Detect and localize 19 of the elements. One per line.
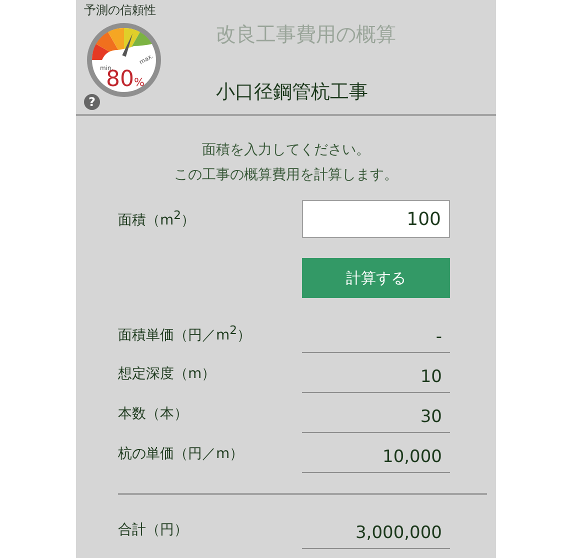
result-label: 面積単価（円／m$^{2}$） — [118, 322, 252, 345]
section-title: 小口径鋼管杭工事 — [216, 81, 368, 103]
instruction-text: 面積を入力してください。 — [202, 141, 370, 160]
gauge-label: 予測の信頼性 — [84, 2, 157, 19]
total-label: 合計（円） — [118, 521, 189, 539]
result-label: 本数（本） — [118, 405, 189, 423]
area-input[interactable]: 100 — [302, 200, 450, 238]
calculate-button[interactable]: 計算する — [302, 258, 450, 298]
area-label: 面積（m$^{2}$） — [118, 208, 196, 230]
result-value: 10,000 — [302, 433, 450, 473]
instruction-text: この工事の概算費用を計算します。 — [174, 166, 398, 185]
total-value: 3,000,000 — [302, 509, 450, 549]
result-value: - — [302, 313, 450, 353]
result-value: 30 — [302, 393, 450, 433]
result-value: 10 — [302, 353, 450, 393]
help-icon[interactable]: ? — [84, 94, 100, 110]
page-title: 改良工事費用の概算 — [216, 22, 396, 46]
result-label: 杭の単価（円／m） — [118, 445, 245, 463]
result-label: 想定深度（m） — [118, 365, 217, 383]
